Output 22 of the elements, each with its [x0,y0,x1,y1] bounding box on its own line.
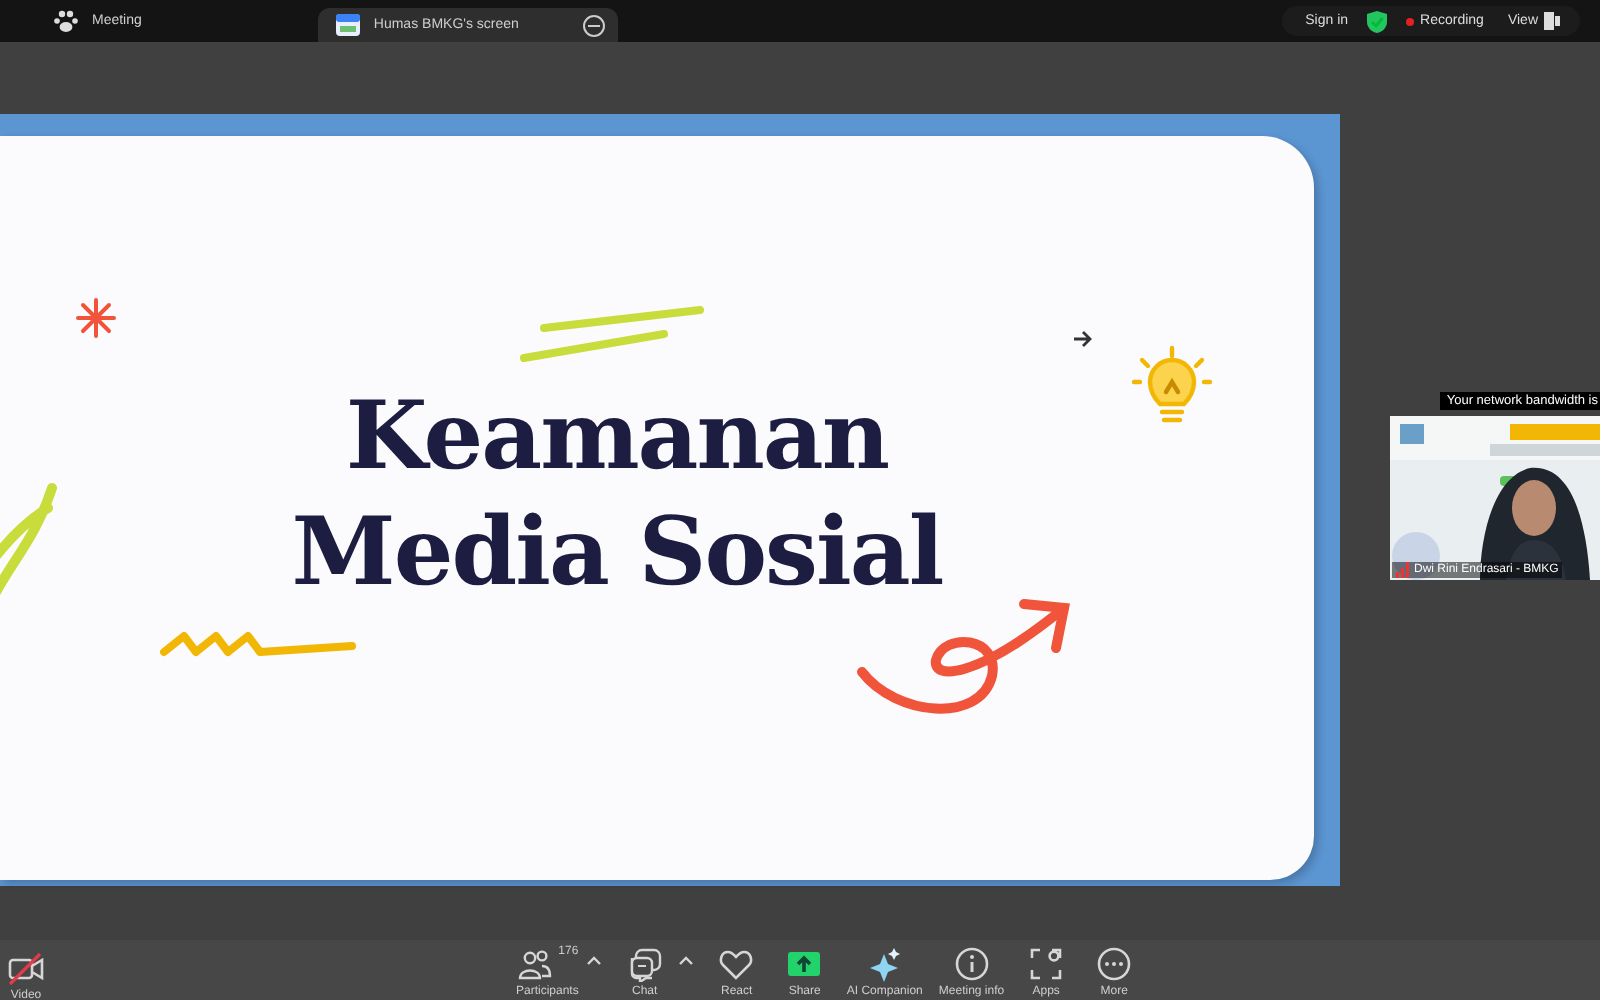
video-off-icon [8,950,44,986]
screen-share-icon [333,12,362,38]
slide-title: Keamanan [345,380,889,496]
shield-icon [1366,9,1389,33]
heart-icon [718,946,755,982]
cursor-icon [1072,330,1092,348]
sparkle-icon [866,946,903,982]
people-icon [516,946,553,982]
more-icon [582,13,607,37]
apps-icon [1028,946,1065,982]
zigzag-icon [160,628,356,660]
signal-icon [1396,562,1410,578]
layout-icon [1544,12,1560,30]
info-icon [953,946,990,982]
chat-icon [626,946,663,982]
brush-stroke-icon [516,304,708,364]
share-icon [786,946,823,982]
more-icon [1096,946,1133,982]
paw-icon [52,8,80,34]
asterisk-icon [74,296,118,340]
lightbulb-icon [1130,344,1214,428]
slide-title: Media Sosial [291,496,943,612]
